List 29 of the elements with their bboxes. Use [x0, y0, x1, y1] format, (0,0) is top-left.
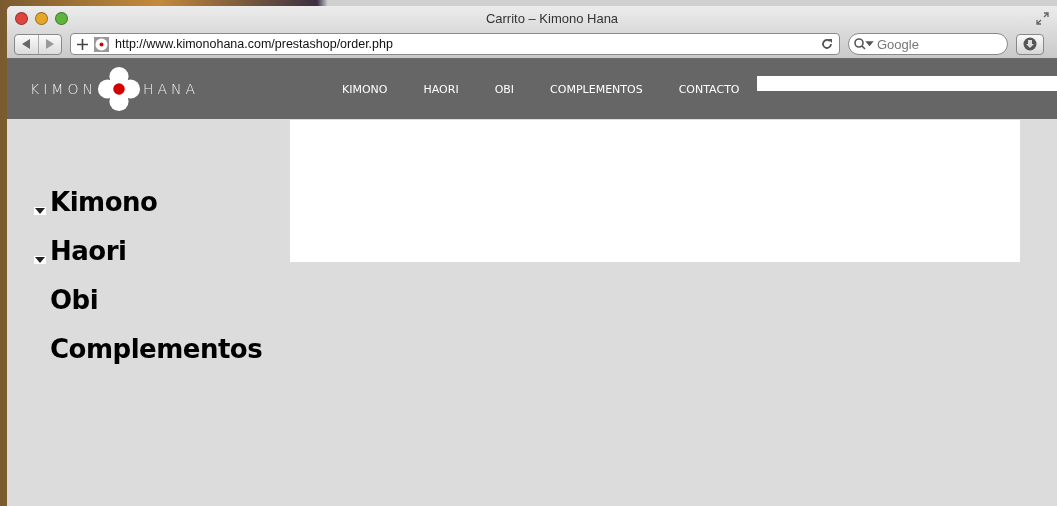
search-icon [854, 38, 874, 50]
nav-link[interactable]: COMPLEMENTOS [550, 82, 643, 96]
nav-link[interactable]: HAORI [423, 82, 459, 96]
category-link[interactable]: Haori [34, 225, 290, 274]
nav-link[interactable]: OBI [494, 82, 515, 96]
plus-icon[interactable] [77, 38, 88, 50]
category-link[interactable]: Obi [34, 274, 290, 323]
window-title: Carrito – Kimono Hana [484, 10, 620, 26]
minimize-button[interactable] [35, 11, 48, 25]
site-search-field[interactable] [757, 76, 1057, 91]
search-field[interactable]: Google [848, 33, 1008, 55]
nav-link[interactable]: KIMONO [342, 82, 388, 96]
download-icon [1023, 37, 1037, 51]
url-text: http://www.kimonohana.com/prestashop/order.php [115, 37, 394, 51]
zoom-button[interactable] [55, 11, 68, 25]
forward-arrow-icon [45, 39, 54, 49]
logo-text[interactable]: KIMON [30, 81, 97, 97]
flower-icon [94, 36, 109, 52]
close-button[interactable] [15, 11, 28, 25]
address-field[interactable]: http://www.kimonohana.com/prestashop/order.php [70, 33, 840, 55]
logo-text[interactable]: HANA [142, 81, 200, 97]
category-link[interactable]: Complementos [34, 323, 290, 372]
nav-link[interactable]: CONTACTO [678, 82, 740, 96]
back-arrow-icon [22, 39, 31, 49]
fullscreen-icon[interactable] [1036, 11, 1049, 25]
downloads-button[interactable] [1016, 33, 1044, 55]
flower-logo-icon[interactable] [96, 65, 141, 113]
category-link[interactable]: Kimono [34, 176, 290, 225]
reload-icon[interactable] [821, 38, 833, 50]
